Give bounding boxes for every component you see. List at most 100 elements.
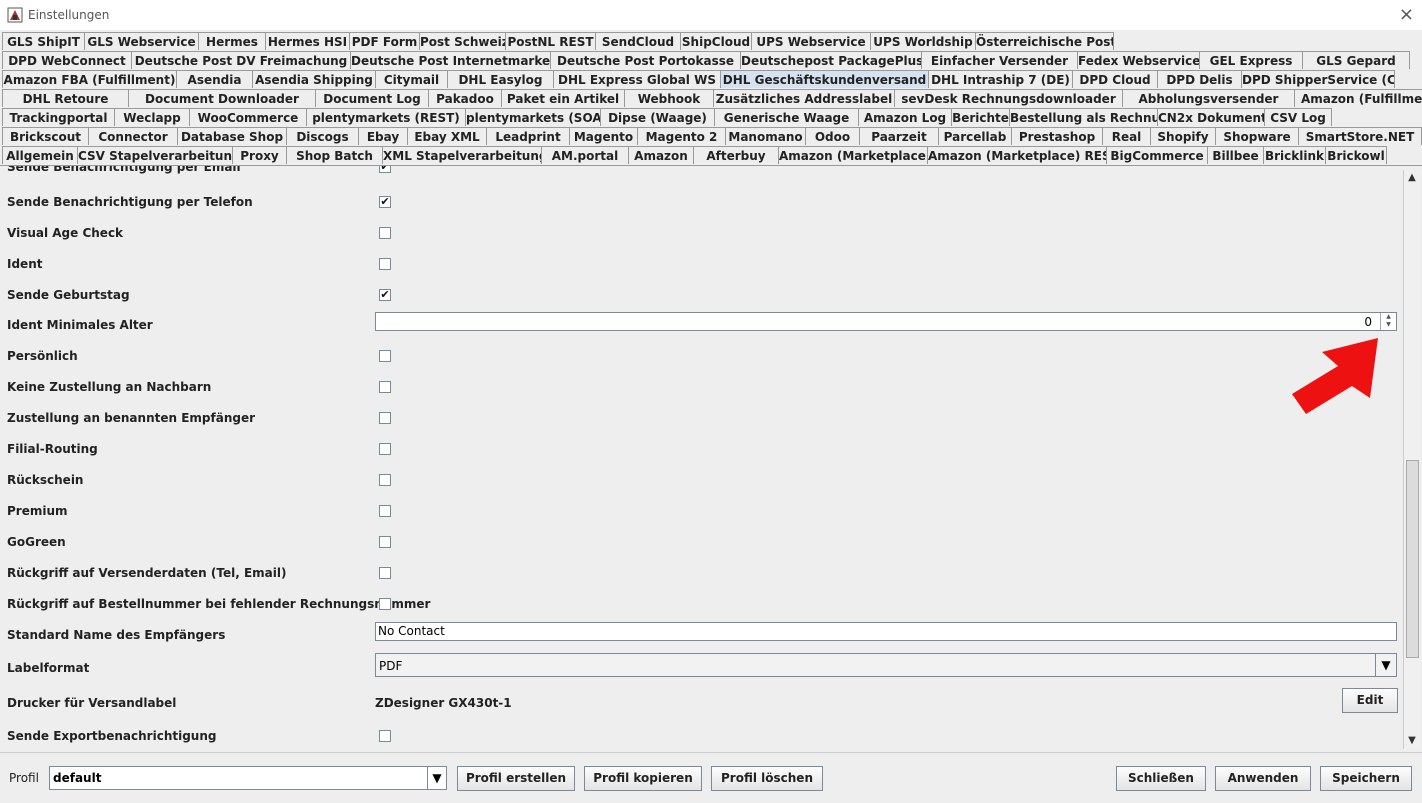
tab-allgemein[interactable]: Allgemein [2,146,78,164]
checkbox[interactable] [379,505,391,517]
tab-postnl-rest[interactable]: PostNL REST [505,32,596,50]
tab-leadprint[interactable]: Leadprint [486,127,570,145]
tab-smartstore-net[interactable]: SmartStore.NET [1298,127,1422,145]
tab-sevdesk-rechnungsdownloader[interactable]: sevDesk Rechnungsdownloader [894,89,1123,107]
tab-dhl-geschäftskundenversand[interactable]: DHL Geschäftskundenversand [720,70,929,88]
tab-shopify[interactable]: Shopify [1150,127,1216,145]
tab-deutsche-post-portokasse[interactable]: Deutsche Post Portokasse [550,51,741,69]
tab-real[interactable]: Real [1102,127,1151,145]
spinner-buttons[interactable]: ▲ ▼ [1380,313,1396,330]
scroll-down-icon[interactable]: ▼ [1404,733,1420,749]
tab-hermes[interactable]: Hermes [198,32,266,50]
tab-manomano[interactable]: Manomano [725,127,806,145]
chevron-down-icon[interactable]: ▼ [1375,654,1396,676]
tab-pdf-form[interactable]: PDF Form [349,32,420,50]
tab-document-log[interactable]: Document Log [315,89,429,107]
spinner-down-icon[interactable]: ▼ [1381,321,1396,329]
tab-generische-waage[interactable]: Generische Waage [714,108,859,126]
checkbox[interactable]: ✔ [379,289,391,301]
tab-ebay[interactable]: Ebay [358,127,408,145]
tab-odoo[interactable]: Odoo [805,127,860,145]
tab-brickowl[interactable]: Brickowl [1325,146,1387,164]
tab-bestellung-als-rechnung[interactable]: Bestellung als Rechnung [1009,108,1158,126]
tab-hermes-hsi[interactable]: Hermes HSI [265,32,350,50]
checkbox[interactable] [379,227,391,239]
scroll-up-icon[interactable]: ▲ [1404,170,1420,186]
tab-woocommerce[interactable]: WooCommerce [189,108,307,126]
tab-dpd-cloud[interactable]: DPD Cloud [1072,70,1158,88]
tab-dhl-retoure[interactable]: DHL Retoure [2,89,129,107]
tab-magento[interactable]: Magento [569,127,638,145]
tab-xml-stapelverarbeitung[interactable]: XML Stapelverarbeitung [382,146,542,164]
speichern-button[interactable]: Speichern [1320,766,1412,791]
tab-dhl-easylog[interactable]: DHL Easylog [447,70,554,88]
tab-connector[interactable]: Connector [88,127,178,145]
standard-name-input[interactable]: No Contact [375,622,1397,641]
profil-kopieren-button[interactable]: Profil kopieren [584,766,702,791]
tab-webhook[interactable]: Webhook [624,89,714,107]
anwenden-button[interactable]: Anwenden [1215,766,1311,791]
tab-dhl-express-global-ws[interactable]: DHL Express Global WS [553,70,721,88]
tab-plentymarkets-rest-[interactable]: plentymarkets (REST) [306,108,466,126]
tab-shopware[interactable]: Shopware [1215,127,1299,145]
tab-paket-ein-artikel[interactable]: Paket ein Artikel [501,89,625,107]
tab-paarzeit[interactable]: Paarzeit [859,127,939,145]
checkbox[interactable] [379,730,391,742]
tab-dpd-delis[interactable]: DPD Delis [1157,70,1242,88]
tab-proxy[interactable]: Proxy [232,146,287,164]
tab-berichte[interactable]: Berichte [951,108,1010,126]
tab-shop-batch[interactable]: Shop Batch [286,146,383,164]
tab-sendcloud[interactable]: SendCloud [595,32,681,50]
ident-minimales-alter-spinner[interactable]: 0 ▲ ▼ [375,312,1397,331]
tab-discogs[interactable]: Discogs [286,127,359,145]
spinner-up-icon[interactable]: ▲ [1381,313,1396,321]
tab-dpd-webconnect[interactable]: DPD WebConnect [2,51,132,69]
checkbox[interactable]: ✔ [379,166,391,173]
chevron-down-icon[interactable]: ▼ [427,767,446,789]
tab-citymail[interactable]: Citymail [375,70,448,88]
tab-csv-stapelverarbeitung[interactable]: CSV Stapelverarbeitung [77,146,233,164]
edit-printer-button[interactable]: Edit [1342,688,1398,713]
checkbox[interactable] [379,598,391,610]
tab-trackingportal[interactable]: Trackingportal [2,108,115,126]
tab-amazon-fulfillment-[interactable]: Amazon (Fulfillment) [1294,89,1422,107]
tab-cn2x-dokument[interactable]: CN2x Dokument [1157,108,1265,126]
close-icon[interactable]: × [1399,4,1414,25]
tab-zusätzliches-addresslabel[interactable]: Zusätzliches Addresslabel [713,89,895,107]
tab-gls-shipit[interactable]: GLS ShipIT [2,32,85,50]
tab-gls-gepard[interactable]: GLS Gepard [1302,51,1410,69]
checkbox[interactable]: ✔ [379,196,391,208]
checkbox[interactable] [379,350,391,362]
tab-deutschepost-packageplus[interactable]: Deutschepost PackagePlus [740,51,922,69]
tab-parcellab[interactable]: Parcellab [938,127,1012,145]
tab-ups-worldship[interactable]: UPS Worldship [870,32,976,50]
tab-gel-express[interactable]: GEL Express [1199,51,1303,69]
tab-billbee[interactable]: Billbee [1207,146,1264,164]
tab-abholungsversender[interactable]: Abholungsversender [1122,89,1295,107]
tab-österreichische-post[interactable]: Österreichische Post [975,32,1114,50]
tab-database-shop[interactable]: Database Shop [177,127,287,145]
tab-bigcommerce[interactable]: BigCommerce [1106,146,1208,164]
tab-document-downloader[interactable]: Document Downloader [128,89,316,107]
scroll-thumb[interactable] [1406,460,1419,658]
checkbox[interactable] [379,443,391,455]
tab-brickscout[interactable]: Brickscout [2,127,89,145]
vertical-scrollbar[interactable]: ▲ ▼ [1403,170,1420,749]
checkbox[interactable] [379,412,391,424]
tab-pakadoo[interactable]: Pakadoo [428,89,502,107]
tab-deutsche-post-dv-freimachung[interactable]: Deutsche Post DV Freimachung [131,51,351,69]
tab-csv-log[interactable]: CSV Log [1264,108,1332,126]
profil-select[interactable]: default ▼ [49,766,447,790]
checkbox[interactable] [379,381,391,393]
tab-weclapp[interactable]: Weclapp [114,108,190,126]
tab-ebay-xml[interactable]: Ebay XML [407,127,487,145]
tab-dpd-shipperservice-ch-[interactable]: DPD ShipperService (CH) [1241,70,1395,88]
tab-magento-2[interactable]: Magento 2 [637,127,726,145]
tab-ups-webservice[interactable]: UPS Webservice [751,32,871,50]
profil-erstellen-button[interactable]: Profil erstellen [457,766,575,791]
tab-amazon-marketplace-[interactable]: Amazon (Marketplace) [778,146,928,164]
tab-am-portal[interactable]: AM.portal [541,146,629,164]
checkbox[interactable] [379,258,391,270]
tab-amazon[interactable]: Amazon [628,146,694,164]
tab-shipcloud[interactable]: ShipCloud [680,32,752,50]
